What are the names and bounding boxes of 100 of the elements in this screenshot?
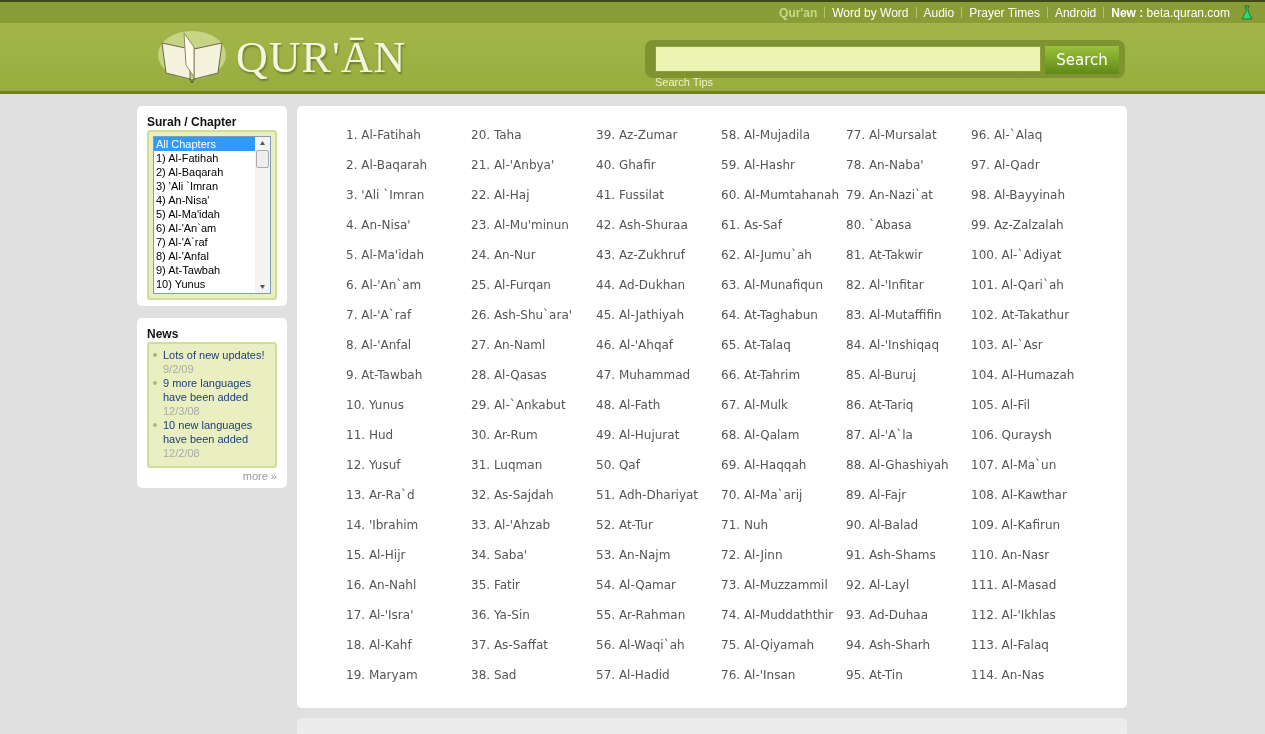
list-option[interactable]: 3) 'Ali `Imran <box>154 179 255 193</box>
search-field[interactable] <box>655 46 1041 72</box>
chapter-link[interactable]: 46. Al-'Ahqaf <box>596 337 674 353</box>
chapter-link[interactable]: 43. Az-Zukhruf <box>596 247 685 263</box>
chapter-link[interactable]: 62. Al-Jumu`ah <box>721 247 812 263</box>
chapter-link[interactable]: 72. Al-Jinn <box>721 547 783 563</box>
list-option[interactable]: 7) Al-'A`raf <box>154 235 255 249</box>
chapter-link[interactable]: 73. Al-Muzzammil <box>721 577 828 593</box>
list-option[interactable]: 1) Al-Fatihah <box>154 151 255 165</box>
chapter-link[interactable]: 102. At-Takathur <box>971 307 1070 323</box>
chapter-link[interactable]: 19. Maryam <box>346 667 418 683</box>
chapter-link[interactable]: 103. Al-`Asr <box>971 337 1043 353</box>
chapter-link[interactable]: 107. Al-Ma`un <box>971 457 1057 473</box>
chapter-link[interactable]: 113. Al-Falaq <box>971 637 1049 653</box>
chapter-link[interactable]: 75. Al-Qiyamah <box>721 637 815 653</box>
chapter-link[interactable]: 44. Ad-Dukhan <box>596 277 686 293</box>
chapter-link[interactable]: 51. Adh-Dhariyat <box>596 487 699 503</box>
chapter-link[interactable]: 49. Al-Hujurat <box>596 427 680 443</box>
chapter-link[interactable]: 74. Al-Muddaththir <box>721 607 834 623</box>
chapter-link[interactable]: 5. Al-Ma'idah <box>346 247 425 263</box>
chapter-link[interactable]: 88. Al-Ghashiyah <box>846 457 949 473</box>
chapter-link[interactable]: 90. Al-Balad <box>846 517 919 533</box>
chapter-link[interactable]: 96. Al-`Alaq <box>971 127 1043 143</box>
chapter-list-box[interactable]: All Chapters 1) Al-Fatihah 2) Al-Baqarah 3) 'Ali `Imran 4) An-Nisa' 5) Al-Ma'idah 6) Al-'An`am 7) Al-'A`raf 8) Al-'Anfal 9) At-Tawbah 10) Yunus <box>153 136 271 294</box>
chapter-link[interactable]: 14. 'Ibrahim <box>346 517 419 533</box>
chapter-link[interactable]: 70. Al-Ma`arij <box>721 487 803 503</box>
chapter-link[interactable]: 18. Al-Kahf <box>346 637 412 653</box>
chapter-link[interactable]: 114. An-Nas <box>971 667 1045 683</box>
scroll-thumb[interactable] <box>256 150 269 168</box>
chapter-link[interactable]: 63. Al-Munafiqun <box>721 277 824 293</box>
chapter-link[interactable]: 109. Al-Kafirun <box>971 517 1061 533</box>
chapter-link[interactable]: 50. Qaf <box>596 457 640 473</box>
list-option[interactable]: 9) At-Tawbah <box>154 263 255 277</box>
chapter-link[interactable]: 111. Al-Masad <box>971 577 1057 593</box>
chapter-link[interactable]: 35. Fatir <box>471 577 521 593</box>
chapter-link[interactable]: 56. Al-Waqi`ah <box>596 637 685 653</box>
chapter-link[interactable]: 97. Al-Qadr <box>971 157 1040 173</box>
chapter-link[interactable]: 67. Al-Mulk <box>721 397 788 413</box>
chapter-link[interactable]: 2. Al-Baqarah <box>346 157 428 173</box>
chapter-link[interactable]: 58. Al-Mujadila <box>721 127 811 143</box>
chapter-link[interactable]: 39. Az-Zumar <box>596 127 678 143</box>
chapter-link[interactable]: 64. At-Taghabun <box>721 307 818 323</box>
chapter-link[interactable]: 10. Yunus <box>346 397 404 413</box>
chapter-link[interactable]: 6. Al-'An`am <box>346 277 422 293</box>
chapter-link[interactable]: 21. Al-'Anbya' <box>471 157 555 173</box>
chapter-link[interactable]: 100. Al-`Adiyat <box>971 247 1062 263</box>
chapter-link[interactable]: 42. Ash-Shuraa <box>596 217 688 233</box>
chapter-link[interactable]: 20. Taha <box>471 127 522 143</box>
chapter-link[interactable]: 108. Al-Kawthar <box>971 487 1067 503</box>
chapter-link[interactable]: 112. Al-'Ikhlas <box>971 607 1056 623</box>
chapter-link[interactable]: 23. Al-Mu'minun <box>471 217 569 233</box>
chapter-link[interactable]: 80. `Abasa <box>846 217 912 233</box>
chapter-link[interactable]: 41. Fussilat <box>596 187 664 203</box>
chapter-link[interactable]: 66. At-Tahrim <box>721 367 801 383</box>
chapter-link[interactable]: 77. Al-Mursalat <box>846 127 937 143</box>
chapter-link[interactable]: 84. Al-'Inshiqaq <box>846 337 939 353</box>
chapter-link[interactable]: 60. Al-Mumtahanah <box>721 187 839 203</box>
chapter-link[interactable]: 78. An-Naba' <box>846 157 924 173</box>
chapter-link[interactable]: 68. Al-Qalam <box>721 427 800 443</box>
chapter-link[interactable]: 99. Az-Zalzalah <box>971 217 1064 233</box>
list-option[interactable]: 6) Al-'An`am <box>154 221 255 235</box>
scrollbar[interactable] <box>255 137 270 293</box>
chapter-link[interactable]: 25. Al-Furqan <box>471 277 551 293</box>
chapter-link[interactable]: 8. Al-'Anfal <box>346 337 412 353</box>
chapter-link[interactable]: 83. Al-Mutaffifin <box>846 307 942 323</box>
chapter-link[interactable]: 22. Al-Haj <box>471 187 530 203</box>
chapter-link[interactable]: 13. Ar-Ra`d <box>346 487 415 503</box>
chapter-link[interactable]: 32. As-Sajdah <box>471 487 554 503</box>
chapter-link[interactable]: 12. Yusuf <box>346 457 401 473</box>
chapter-link[interactable]: 52. At-Tur <box>596 517 653 533</box>
chapter-link[interactable]: 87. Al-'A`la <box>846 427 913 443</box>
chapter-link[interactable]: 48. Al-Fath <box>596 397 661 413</box>
chapter-link[interactable]: 53. An-Najm <box>596 547 671 563</box>
news-link[interactable]: Lots of new updates! <box>163 348 265 362</box>
chapter-link[interactable]: 1. Al-Fatihah <box>346 127 421 143</box>
chapter-link[interactable]: 17. Al-'Isra' <box>346 607 414 623</box>
chapter-link[interactable]: 30. Ar-Rum <box>471 427 538 443</box>
list-option[interactable]: 5) Al-Ma'idah <box>154 207 255 221</box>
chapter-link[interactable]: 82. Al-'Infitar <box>846 277 924 293</box>
chapter-link[interactable]: 27. An-Naml <box>471 337 546 353</box>
chapter-link[interactable]: 101. Al-Qari`ah <box>971 277 1064 293</box>
chapter-link[interactable]: 40. Ghafir <box>596 157 656 173</box>
chapter-link[interactable]: 47. Muhammad <box>596 367 691 383</box>
chapter-link[interactable]: 9. At-Tawbah <box>346 367 423 383</box>
chapter-link[interactable]: 26. Ash-Shu`ara' <box>471 307 573 323</box>
chapter-link[interactable]: 110. An-Nasr <box>971 547 1050 563</box>
chapter-link[interactable]: 34. Saba' <box>471 547 528 563</box>
chapter-link[interactable]: 37. As-Saffat <box>471 637 548 653</box>
chapter-link[interactable]: 7. Al-'A`raf <box>346 307 412 323</box>
chapter-link[interactable]: 104. Al-Humazah <box>971 367 1075 383</box>
chapter-link[interactable]: 95. At-Tin <box>846 667 903 683</box>
list-option[interactable]: 4) An-Nisa' <box>154 193 255 207</box>
chapter-link[interactable]: 91. Ash-Shams <box>846 547 936 563</box>
chapter-link[interactable]: 54. Al-Qamar <box>596 577 676 593</box>
chapter-link[interactable]: 89. Al-Fajr <box>846 487 907 503</box>
chapter-link[interactable]: 106. Quraysh <box>971 427 1052 443</box>
list-option[interactable]: 2) Al-Baqarah <box>154 165 255 179</box>
chapter-link[interactable]: 76. Al-'Insan <box>721 667 796 683</box>
list-option[interactable]: 10) Yunus <box>154 277 255 291</box>
chapter-link[interactable]: 65. At-Talaq <box>721 337 791 353</box>
